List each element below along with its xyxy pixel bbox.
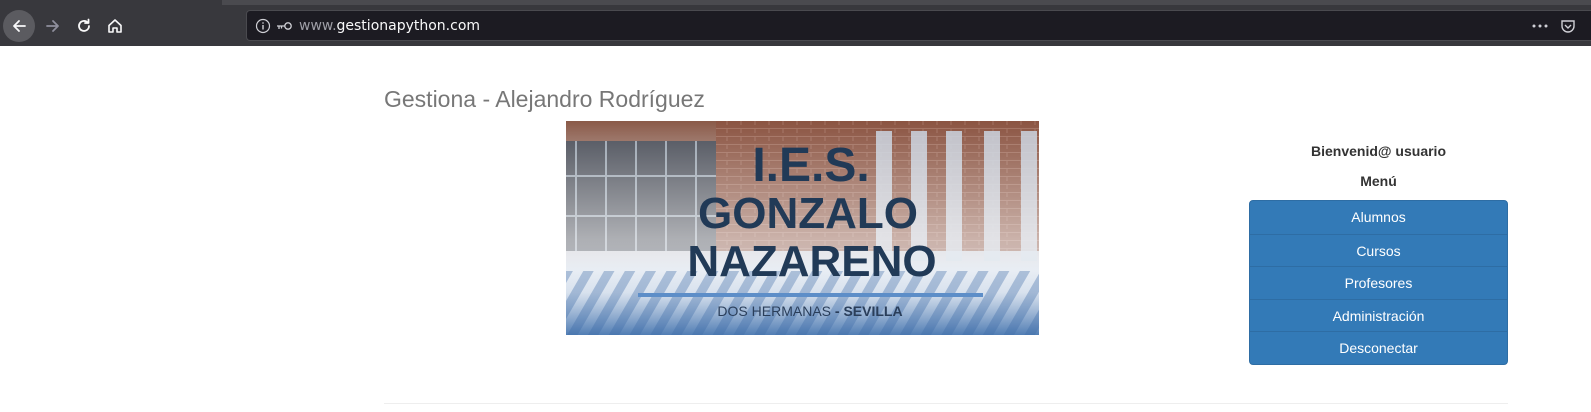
key-icon[interactable] — [275, 19, 293, 33]
address-bar[interactable]: www.gestionapython.com — [246, 10, 1591, 41]
home-icon — [108, 19, 122, 33]
pocket-icon[interactable] — [1559, 17, 1577, 35]
banner-rule — [638, 293, 983, 297]
home-button[interactable] — [99, 10, 131, 42]
reload-icon — [78, 18, 90, 32]
back-icon — [13, 20, 26, 32]
menu-item-administracion[interactable]: Administración — [1250, 298, 1507, 332]
menu-list: Alumnos Cursos Profesores Administración… — [1249, 200, 1508, 365]
welcome-text: Bienvenid@ usuario — [1310, 143, 1446, 159]
banner-province: SEVILLA — [843, 303, 902, 319]
forward-button[interactable] — [37, 10, 69, 42]
more-icon[interactable] — [1530, 18, 1550, 34]
menu-title: Menú — [1360, 173, 1397, 189]
banner-line3: NAZARENO — [687, 237, 936, 286]
footer-divider — [384, 403, 1508, 404]
tab-strip — [222, 0, 1591, 5]
reload-button[interactable] — [68, 10, 100, 42]
info-icon[interactable] — [255, 18, 271, 34]
url-domain: gestionapython.com — [336, 18, 481, 34]
url-prefix: www. — [299, 18, 337, 34]
browser-toolbar: www.gestionapython.com — [0, 0, 1591, 46]
banner-city: DOS HERMANAS — [717, 303, 831, 319]
menu-item-alumnos[interactable]: Alumnos — [1250, 201, 1507, 234]
banner-sep: - — [831, 303, 843, 319]
menu-item-profesores[interactable]: Profesores — [1250, 266, 1507, 299]
banner-subtitle: DOS HERMANAS - SEVILLA — [717, 303, 902, 319]
school-banner: I.E.S. GONZALO NAZARENO DOS HERMANAS - S… — [566, 121, 1039, 335]
menu-item-cursos[interactable]: Cursos — [1250, 233, 1507, 267]
menu-item-desconectar[interactable]: Desconectar — [1250, 331, 1507, 364]
banner-image: I.E.S. GONZALO NAZARENO DOS HERMANAS - S… — [566, 121, 1039, 335]
banner-line2: GONZALO — [698, 189, 918, 238]
page-title: Gestiona - Alejandro Rodríguez — [384, 86, 705, 112]
back-button[interactable] — [3, 10, 35, 42]
forward-icon — [46, 20, 59, 32]
banner-line1: I.E.S. — [752, 139, 869, 192]
url-text[interactable]: www.gestionapython.com — [299, 18, 480, 34]
